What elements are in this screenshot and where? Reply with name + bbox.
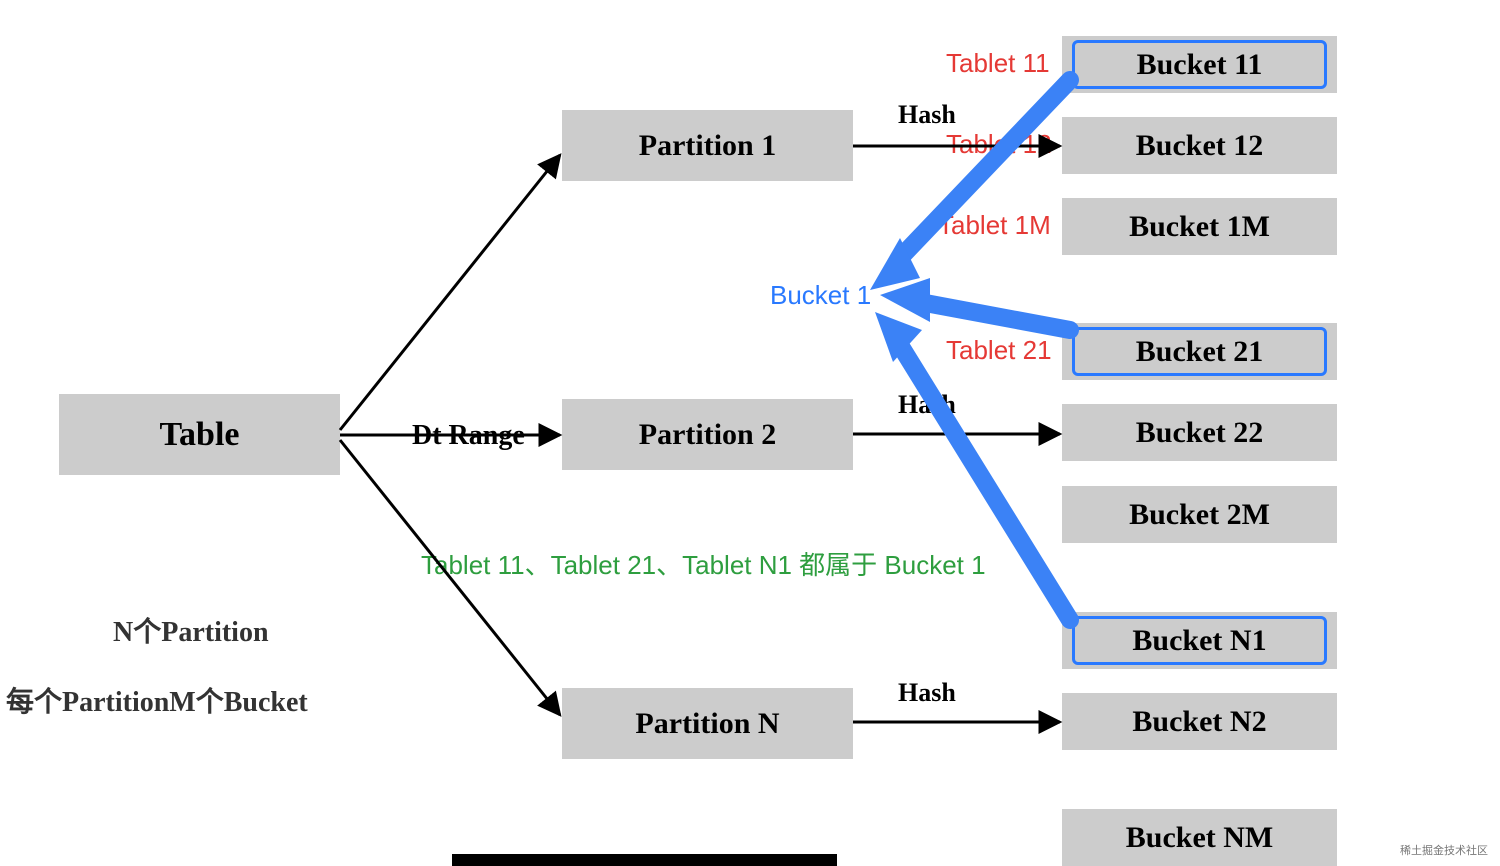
partition-2-label: Partition 2: [639, 418, 776, 452]
tablet-1m-label: Tablet 1M: [938, 210, 1051, 241]
note-line-1: N个Partition: [113, 610, 269, 650]
note-line-2: 每个PartitionM个Bucket: [6, 680, 308, 720]
highlight-bucket-n1: [1072, 616, 1327, 665]
tablet-12-label: Tablet 12: [946, 129, 1052, 160]
blue-arrow-from-bucket21: [880, 278, 1070, 330]
table-box: Table: [59, 394, 340, 475]
partition-n-box: Partition N: [562, 688, 853, 759]
highlight-bucket-11: [1072, 40, 1327, 89]
hash-label-1: Hash: [898, 100, 956, 130]
bucket-n2-label: Bucket N2: [1132, 705, 1266, 739]
tablet-21-label: Tablet 21: [946, 335, 1052, 366]
footer-bar: [452, 854, 837, 866]
bucket-22-box: Bucket 22: [1062, 404, 1337, 461]
table-label: Table: [159, 416, 239, 454]
bucket-22-label: Bucket 22: [1136, 416, 1264, 450]
bucket-n2-box: Bucket N2: [1062, 693, 1337, 750]
watermark: 稀土掘金技术社区: [1400, 842, 1488, 858]
partition-2-box: Partition 2: [562, 399, 853, 470]
highlight-bucket-21: [1072, 327, 1327, 376]
tablet-11-label: Tablet 11: [946, 48, 1050, 79]
bucket-12-box: Bucket 12: [1062, 117, 1337, 174]
bucket-12-label: Bucket 12: [1136, 129, 1264, 163]
green-note: Tablet 11、Tablet 21、Tablet N1 都属于 Bucket…: [421, 545, 986, 582]
bucket-nm-box: Bucket NM: [1062, 809, 1337, 866]
bucket-2m-box: Bucket 2M: [1062, 486, 1337, 543]
partition-1-box: Partition 1: [562, 110, 853, 181]
hash-label-2: Hash: [898, 390, 956, 420]
partition-n-label: Partition N: [635, 707, 779, 741]
converge-label: Bucket 1: [770, 280, 871, 311]
bucket-1m-box: Bucket 1M: [1062, 198, 1337, 255]
partition-1-label: Partition 1: [639, 129, 776, 163]
dt-range-label: Dt Range: [412, 420, 525, 452]
bucket-2m-label: Bucket 2M: [1129, 498, 1270, 532]
bucket-1m-label: Bucket 1M: [1129, 210, 1270, 244]
hash-label-3: Hash: [898, 678, 956, 708]
bucket-nm-label: Bucket NM: [1126, 821, 1273, 855]
